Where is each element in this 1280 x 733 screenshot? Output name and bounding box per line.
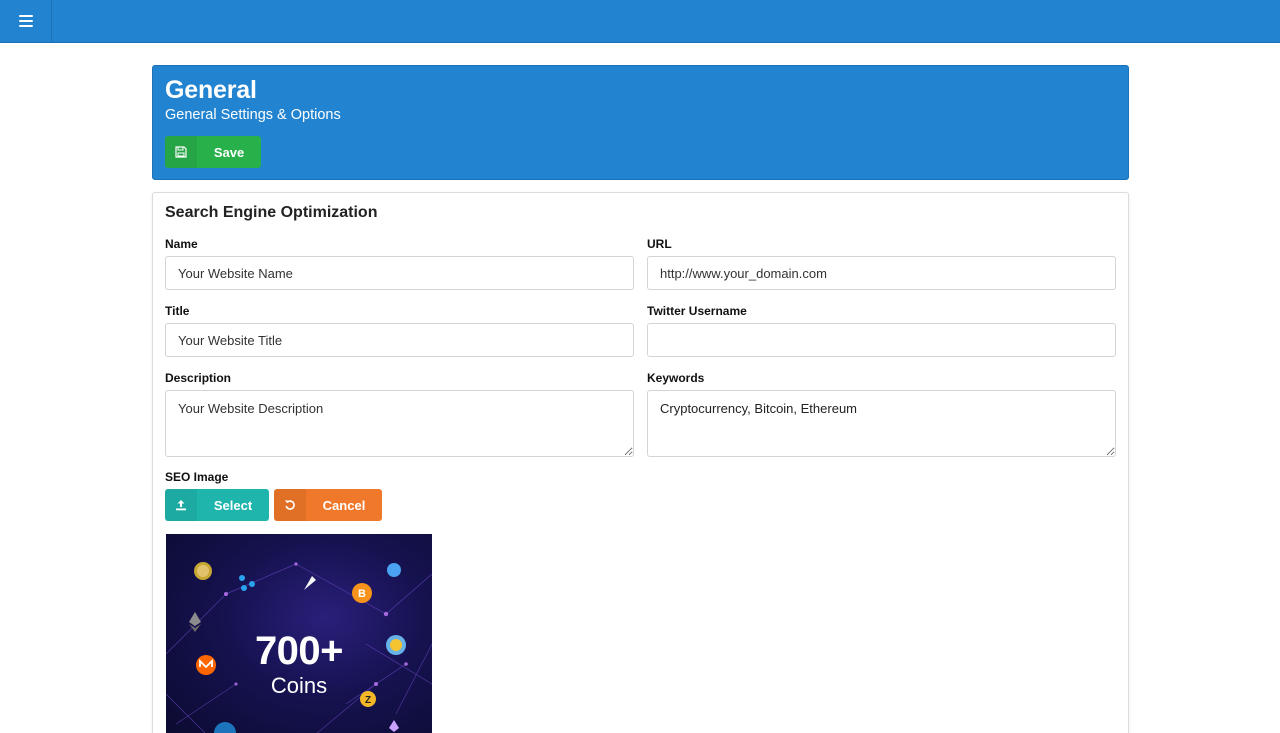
description-label: Description bbox=[165, 371, 232, 385]
hamburger-menu-icon bbox=[18, 15, 33, 27]
keywords-textarea[interactable]: Cryptocurrency, Bitcoin, Ethereum bbox=[647, 390, 1116, 457]
section-title: Search Engine Optimization bbox=[165, 204, 378, 221]
ethereum-classic-icon bbox=[389, 720, 399, 732]
title-label: Title bbox=[165, 304, 190, 318]
cancel-button-label: Cancel bbox=[322, 497, 366, 513]
title-input[interactable] bbox=[165, 323, 634, 357]
bitcoin-icon: B bbox=[352, 583, 372, 603]
preview-number-text: 700+ bbox=[254, 629, 344, 673]
ripple-icon bbox=[239, 575, 255, 591]
menu-toggle-button[interactable] bbox=[0, 0, 52, 42]
select-image-button[interactable]: Select bbox=[165, 489, 269, 521]
undo-icon bbox=[274, 489, 306, 521]
save-button-label: Save bbox=[213, 144, 245, 160]
page-header: General General Settings & Options Save bbox=[152, 65, 1129, 180]
top-navbar bbox=[0, 0, 1280, 43]
preview-word-text: Coins bbox=[270, 673, 328, 698]
steem-icon bbox=[387, 563, 401, 577]
name-input[interactable] bbox=[165, 256, 634, 290]
seo-panel: Search Engine Optimization Name URL Titl… bbox=[152, 192, 1129, 733]
dogecoin-icon bbox=[194, 562, 212, 580]
cancel-image-button[interactable]: Cancel bbox=[274, 489, 382, 521]
url-input[interactable] bbox=[647, 256, 1116, 290]
description-textarea[interactable] bbox=[165, 390, 634, 457]
keywords-label: Keywords bbox=[647, 371, 705, 385]
floppy-disk-icon bbox=[165, 136, 197, 168]
seo-image-preview: B Z 700+ Coins bbox=[166, 534, 432, 733]
rocket-icon bbox=[304, 576, 316, 590]
page-title: General bbox=[165, 76, 257, 104]
seo-image-label: SEO Image bbox=[165, 470, 229, 484]
url-label: URL bbox=[647, 237, 672, 251]
page-subtitle: General Settings & Options bbox=[165, 107, 341, 123]
svg-text:B: B bbox=[358, 588, 366, 600]
twitter-username-input[interactable] bbox=[647, 323, 1116, 357]
dash-icon bbox=[214, 722, 236, 733]
select-button-label: Select bbox=[213, 497, 253, 513]
name-label: Name bbox=[165, 237, 198, 251]
twitter-username-label: Twitter Username bbox=[647, 304, 747, 318]
save-button[interactable]: Save bbox=[165, 136, 261, 168]
upload-icon bbox=[165, 489, 197, 521]
